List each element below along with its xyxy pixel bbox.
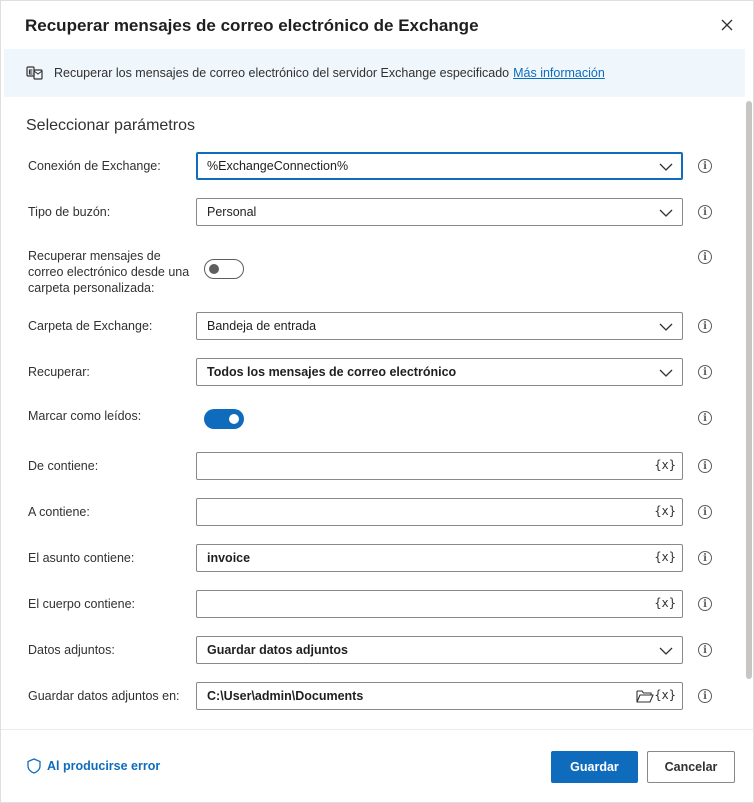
save-button[interactable]: Guardar [551, 751, 638, 783]
folder-label: Carpeta de Exchange: [28, 319, 153, 333]
info-icon[interactable]: i [698, 459, 712, 473]
to-label: A contiene: [28, 505, 90, 519]
info-icon[interactable]: i [698, 250, 712, 264]
variable-picker-icon[interactable]: {x} [652, 687, 678, 703]
mailbox-value: Personal [207, 205, 257, 219]
close-icon [721, 19, 733, 31]
body-input[interactable]: {x} [196, 590, 683, 618]
info-icon[interactable]: i [698, 319, 712, 333]
info-icon[interactable]: i [698, 365, 712, 379]
toggle-knob [229, 414, 239, 424]
on-error-label: Al producirse error [47, 759, 161, 773]
on-error-link[interactable]: Al producirse error [26, 758, 160, 774]
connection-label: Conexión de Exchange: [28, 159, 161, 173]
mailbox-dropdown[interactable]: Personal [196, 198, 683, 226]
info-icon[interactable]: i [698, 505, 712, 519]
folder-value: Bandeja de entrada [207, 319, 317, 333]
custom-folder-toggle[interactable] [204, 259, 244, 279]
attachments-dropdown[interactable]: Guardar datos adjuntos [196, 636, 683, 664]
save-to-value: C:\User\admin\Documents [207, 689, 364, 703]
exchange-icon: E [26, 63, 46, 83]
footer-divider [1, 729, 753, 730]
mark-read-toggle[interactable] [204, 409, 244, 429]
to-input[interactable]: {x} [196, 498, 683, 526]
chevron-down-icon [659, 209, 673, 217]
info-icon[interactable]: i [698, 689, 712, 703]
folder-open-icon[interactable] [636, 688, 654, 704]
variable-picker-icon[interactable]: {x} [652, 457, 678, 473]
dialog-title: Recuperar mensajes de correo electrónico… [25, 16, 479, 35]
chevron-down-icon [659, 369, 673, 377]
save-to-input[interactable]: C:\User\admin\Documents {x} [196, 682, 683, 710]
mailbox-label: Tipo de buzón: [28, 205, 111, 219]
subject-input[interactable]: invoice {x} [196, 544, 683, 572]
mark-read-label: Marcar como leídos: [28, 409, 142, 423]
attachments-label: Datos adjuntos: [28, 643, 115, 657]
retrieve-dropdown[interactable]: Todos los mensajes de correo electrónico [196, 358, 683, 386]
attachments-value: Guardar datos adjuntos [207, 643, 348, 657]
info-icon[interactable]: i [698, 205, 712, 219]
scrollbar[interactable] [746, 101, 752, 681]
banner-text: Recuperar los mensajes de correo electró… [54, 66, 510, 80]
chevron-down-icon [659, 647, 673, 655]
from-input[interactable]: {x} [196, 452, 683, 480]
info-icon[interactable]: i [698, 551, 712, 565]
subject-label: El asunto contiene: [28, 551, 135, 565]
info-icon[interactable]: i [698, 597, 712, 611]
chevron-down-icon [659, 323, 673, 331]
custom-folder-label: Recuperar mensajes de correo electrónico… [28, 249, 190, 295]
chevron-down-icon [659, 163, 673, 171]
variable-picker-icon[interactable]: {x} [652, 549, 678, 565]
info-icon[interactable]: i [698, 411, 712, 425]
from-label: De contiene: [28, 459, 99, 473]
svg-text:E: E [28, 69, 33, 77]
subject-value: invoice [207, 551, 251, 565]
toggle-knob [209, 264, 219, 274]
info-icon[interactable]: i [698, 159, 712, 173]
folder-dropdown[interactable]: Bandeja de entrada [196, 312, 683, 340]
body-label: El cuerpo contiene: [28, 597, 136, 611]
save-to-label: Guardar datos adjuntos en: [28, 689, 180, 703]
cancel-button[interactable]: Cancelar [647, 751, 735, 783]
close-button[interactable] [715, 13, 739, 37]
dialog: Recuperar mensajes de correo electrónico… [0, 0, 754, 803]
section-title: Seleccionar parámetros [26, 117, 195, 134]
connection-value: %ExchangeConnection% [207, 159, 349, 173]
shield-icon [27, 758, 41, 774]
scrollbar-thumb[interactable] [746, 101, 752, 679]
info-icon[interactable]: i [698, 643, 712, 657]
retrieve-label: Recuperar: [28, 365, 90, 379]
variable-picker-icon[interactable]: {x} [652, 503, 678, 519]
retrieve-value: Todos los mensajes de correo electrónico [207, 365, 457, 379]
more-info-link[interactable]: Más información [513, 66, 605, 80]
info-banner: E Recuperar los mensajes de correo elect… [4, 49, 745, 97]
variable-picker-icon[interactable]: {x} [652, 595, 678, 611]
connection-dropdown[interactable]: %ExchangeConnection% [196, 152, 683, 180]
